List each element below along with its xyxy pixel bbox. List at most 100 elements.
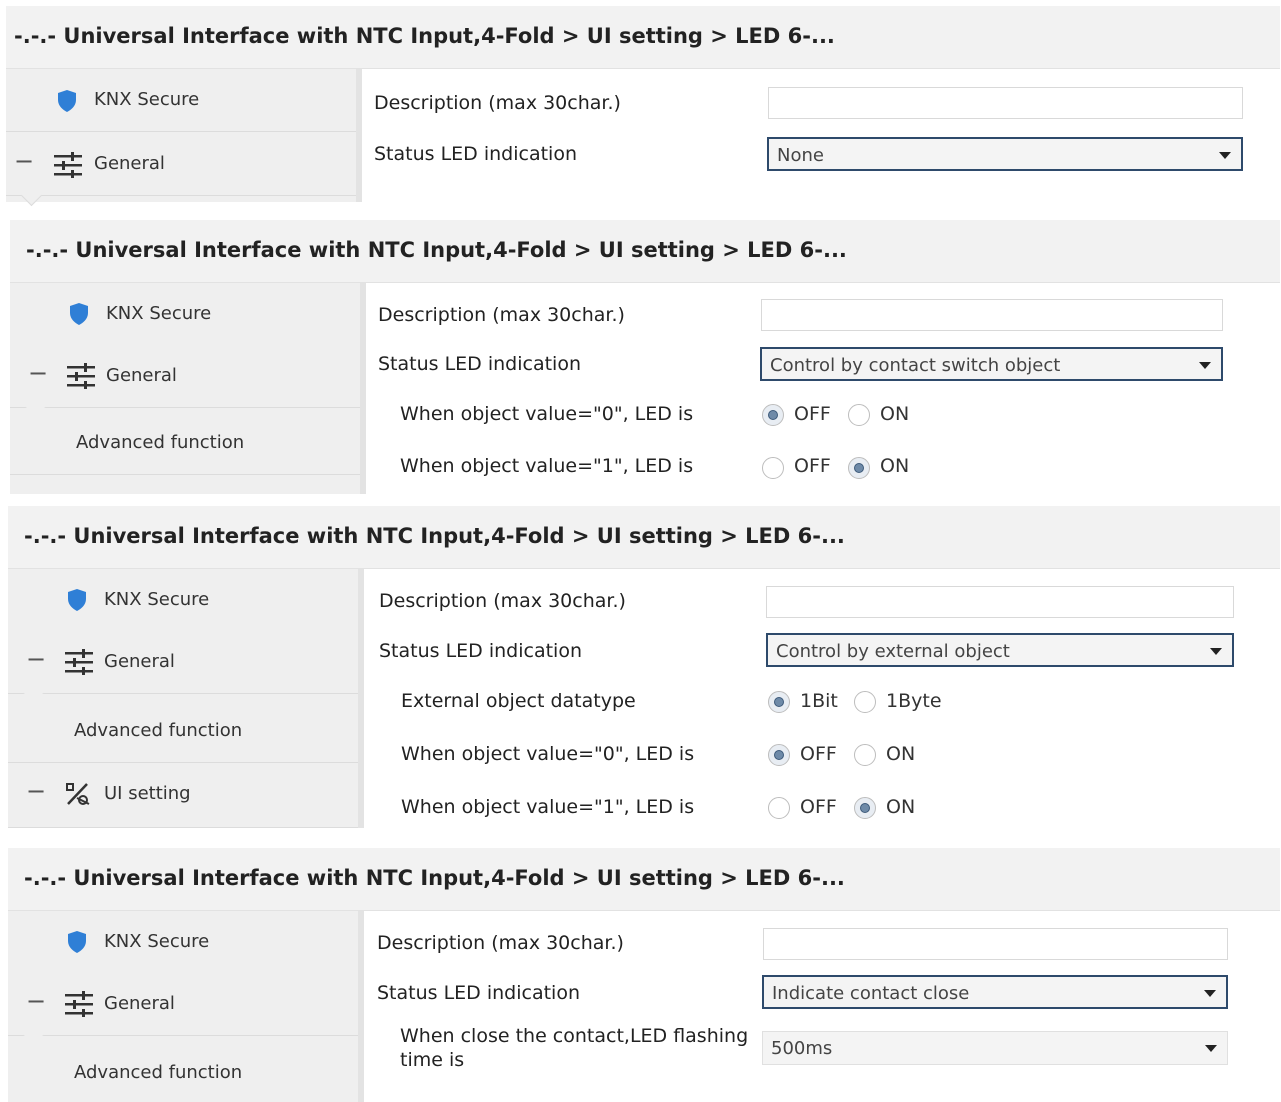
value0-on-label: ON [880, 403, 910, 425]
status-led-value: Control by external object [776, 641, 1010, 662]
divider [360, 283, 366, 494]
status-led-value: Indicate contact close [772, 983, 970, 1004]
value0-off-radio[interactable] [762, 404, 784, 426]
title-bar: -.-.- Universal Interface with NTC Input… [10, 220, 1280, 283]
sidebar-item-label: KNX Secure [106, 303, 212, 324]
divider [358, 911, 364, 1102]
description-label: Description (max 30char.) [374, 92, 621, 114]
sidebar: KNX Secure − General Advanced function −… [8, 569, 358, 828]
datatype-1byte-radio[interactable] [854, 691, 876, 713]
flash-time-dropdown[interactable]: 500ms [762, 1031, 1228, 1065]
status-led-dropdown[interactable]: Control by external object [766, 633, 1234, 667]
datatype-1bit-radio[interactable] [768, 691, 790, 713]
collapse-icon[interactable]: − [26, 777, 46, 805]
sliders-icon [54, 152, 82, 178]
sidebar-item-label: Advanced function [74, 1062, 243, 1083]
title-bar: -.-.- Universal Interface with NTC Input… [6, 6, 1280, 69]
sidebar-item-advanced-function[interactable]: Advanced function [8, 694, 358, 763]
description-input[interactable] [766, 586, 1234, 618]
value0-on-radio[interactable] [848, 404, 870, 426]
status-led-dropdown[interactable]: Control by contact switch object [760, 347, 1223, 381]
panel-status-none: -.-.- Universal Interface with NTC Input… [6, 6, 1280, 207]
sliders-icon [65, 991, 93, 1017]
title-bar: -.-.- Universal Interface with NTC Input… [8, 506, 1280, 569]
breadcrumb: -.-.- Universal Interface with NTC Input… [26, 238, 847, 262]
shield-icon [58, 90, 76, 112]
status-led-value: Control by contact switch object [770, 355, 1061, 376]
sidebar-item-knx-secure[interactable]: KNX Secure [8, 911, 358, 974]
description-input[interactable] [763, 928, 1228, 960]
datatype-1byte-label: 1Byte [886, 690, 942, 712]
value0-label: When object value="0", LED is [401, 743, 695, 765]
status-led-dropdown[interactable]: None [767, 137, 1243, 171]
shield-icon [68, 931, 86, 953]
sidebar-item-label: General [106, 365, 177, 386]
sidebar-item-label: Advanced function [76, 432, 245, 453]
collapse-icon[interactable]: − [26, 645, 46, 673]
breadcrumb: -.-.- Universal Interface with NTC Input… [24, 524, 845, 548]
sidebar-item-label: General [104, 993, 175, 1014]
chevron-down-icon [1199, 362, 1211, 369]
status-led-value: None [777, 145, 824, 166]
value0-off-label: OFF [800, 743, 837, 765]
value1-off-label: OFF [794, 455, 831, 477]
description-input[interactable] [761, 299, 1223, 331]
shield-icon [68, 589, 86, 611]
breadcrumb: -.-.- Universal Interface with NTC Input… [14, 24, 835, 48]
value1-on-label: ON [880, 455, 910, 477]
value1-label: When object value="1", LED is [401, 796, 695, 818]
sliders-icon [67, 363, 95, 389]
sidebar-item-label: General [104, 651, 175, 672]
status-led-label: Status LED indication [374, 143, 577, 165]
sidebar-item-advanced-function[interactable]: Advanced function [8, 1036, 358, 1102]
description-input[interactable] [768, 87, 1243, 119]
datatype-1bit-label: 1Bit [800, 690, 838, 712]
sidebar-item-label: UI setting [104, 783, 191, 804]
collapse-icon[interactable]: − [14, 147, 34, 175]
panel-status-contact-switch: -.-.- Universal Interface with NTC Input… [10, 220, 1280, 494]
sidebar-item-label: General [94, 153, 165, 174]
chevron-down-icon [1210, 648, 1222, 655]
value1-off-radio[interactable] [768, 797, 790, 819]
value1-on-radio[interactable] [854, 797, 876, 819]
collapse-icon[interactable]: − [28, 359, 48, 387]
sidebar-item-knx-secure[interactable]: KNX Secure [6, 69, 356, 132]
divider [358, 569, 364, 828]
shield-icon [70, 303, 88, 325]
ui-setting-icon [66, 783, 90, 805]
chevron-down-icon [1205, 1045, 1217, 1052]
sidebar-item-label: Advanced function [74, 720, 243, 741]
chevron-down-icon [1204, 990, 1216, 997]
collapse-icon[interactable]: − [26, 987, 46, 1015]
sidebar-item-knx-secure[interactable]: KNX Secure [10, 283, 360, 346]
flash-time-label-line2: time is [400, 1049, 465, 1071]
sidebar-item-general[interactable]: − General [10, 345, 360, 419]
sidebar-item-ui-setting[interactable]: − UI setting [8, 763, 358, 828]
sidebar-item-general[interactable]: − General [8, 631, 358, 705]
value1-on-radio[interactable] [848, 457, 870, 479]
value1-off-radio[interactable] [762, 457, 784, 479]
sidebar: KNX Secure − General Advanced function [10, 283, 360, 494]
flash-time-value: 500ms [771, 1038, 833, 1059]
value0-off-radio[interactable] [768, 744, 790, 766]
flash-time-label-line1: When close the contact,LED flashing [400, 1025, 749, 1047]
sidebar: KNX Secure − General Advanced function [8, 911, 358, 1102]
datatype-label: External object datatype [401, 690, 636, 712]
sidebar-item-knx-secure[interactable]: KNX Secure [8, 569, 358, 632]
sidebar-item-general[interactable]: − General [6, 133, 356, 207]
sidebar-item-advanced-function[interactable]: Advanced function [10, 408, 360, 475]
description-label: Description (max 30char.) [377, 932, 624, 954]
value0-on-radio[interactable] [854, 744, 876, 766]
breadcrumb: -.-.- Universal Interface with NTC Input… [24, 866, 845, 890]
status-led-dropdown[interactable]: Indicate contact close [762, 975, 1228, 1009]
description-label: Description (max 30char.) [379, 590, 626, 612]
sidebar: KNX Secure − General [6, 69, 356, 207]
panel-status-external-object: -.-.- Universal Interface with NTC Input… [8, 506, 1280, 828]
sliders-icon [65, 649, 93, 675]
sidebar-item-label: KNX Secure [104, 589, 210, 610]
value1-off-label: OFF [800, 796, 837, 818]
sidebar-item-general[interactable]: − General [8, 973, 358, 1047]
status-led-label: Status LED indication [377, 982, 580, 1004]
value0-off-label: OFF [794, 403, 831, 425]
value0-on-label: ON [886, 743, 916, 765]
